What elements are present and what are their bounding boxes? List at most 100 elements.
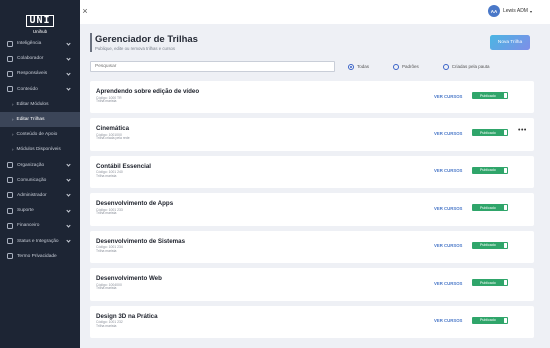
trilha-title: Desenvolvimento de Sistemas bbox=[96, 237, 186, 245]
chevron-down-icon bbox=[66, 162, 71, 167]
chevron-down-icon: ▾ bbox=[529, 8, 532, 14]
sidebar-item-financeiro[interactable]: Financeiro bbox=[0, 218, 80, 233]
radio-button-icon bbox=[442, 63, 449, 70]
sidebar-item-editar-modulos[interactable]: › Editar Módulos bbox=[0, 97, 80, 112]
trilha-title: Design 3D na Prática bbox=[96, 312, 158, 320]
arrow-right-icon: › bbox=[12, 132, 14, 138]
filter-radio-1[interactable]: Padrões bbox=[393, 63, 419, 70]
sidebar-item-termo-privacidade[interactable]: Termo Privacidade bbox=[0, 249, 80, 264]
sidebar-item-label: Suporte bbox=[17, 208, 34, 214]
trilha-card: Aprendendo sobre edição de vídeo Código: … bbox=[90, 81, 534, 114]
sidebar-item-label: Comunicação bbox=[17, 177, 47, 183]
topbar: × AA Lewis ADM ▾ bbox=[80, 0, 550, 24]
radio-label: Todas bbox=[357, 64, 370, 69]
finance-icon bbox=[7, 222, 13, 229]
search-input[interactable] bbox=[90, 61, 335, 72]
trilha-title: Desenvolvimento de Apps bbox=[96, 200, 174, 208]
publish-toggle[interactable]: Publicado bbox=[472, 129, 508, 137]
arrow-right-icon: › bbox=[12, 117, 14, 123]
sidebar: UNI Unihub Inteligência Colaborador Respon… bbox=[0, 0, 80, 348]
chevron-down-icon bbox=[66, 86, 71, 91]
chevron-down-icon bbox=[66, 40, 71, 46]
document-icon bbox=[7, 253, 13, 260]
sidebar-item-editar-trilhas[interactable]: › Editar Trilhas bbox=[0, 111, 80, 128]
sidebar-item-modulos-disponiveis[interactable]: › Módulos Disponíveis bbox=[0, 142, 80, 157]
publish-toggle[interactable]: Publicado bbox=[472, 241, 508, 249]
sidebar-item-administrador[interactable]: Administrador bbox=[0, 188, 80, 203]
sidebar-item-colaborador[interactable]: Colaborador bbox=[0, 51, 80, 66]
trilha-title: Contábil Essencial bbox=[96, 162, 152, 170]
arrow-right-icon: › bbox=[12, 101, 14, 107]
user-menu[interactable]: AA Lewis ADM ▾ bbox=[487, 5, 532, 17]
view-courses-link[interactable]: VER CURSOS bbox=[434, 281, 462, 286]
toggle-knob bbox=[503, 280, 507, 286]
chat-icon bbox=[7, 177, 13, 184]
sidebar-item-label: Termo Privacidade bbox=[17, 253, 57, 259]
view-courses-link[interactable]: VER CURSOS bbox=[434, 318, 462, 323]
close-icon[interactable]: × bbox=[80, 6, 90, 16]
trilha-card: Desenvolvimento de Sistemas Código: 1001 … bbox=[90, 230, 534, 264]
logo[interactable]: UNI Unihub bbox=[22, 10, 58, 34]
new-trilha-button[interactable]: Nova Trilha bbox=[490, 35, 530, 50]
trilha-title: Cinemática bbox=[96, 125, 130, 133]
sidebar-item-inteligencia[interactable]: Inteligência bbox=[0, 36, 80, 51]
view-courses-link[interactable]: VER CURSOS bbox=[434, 243, 462, 248]
sidebar-item-label: Colaborador bbox=[17, 56, 44, 62]
publish-status-label: Publicado bbox=[480, 280, 496, 285]
trilha-type: Trilha marista bbox=[96, 323, 117, 328]
arrow-right-icon: › bbox=[12, 147, 14, 153]
sidebar-item-label: Conteúdo de Apoio bbox=[16, 132, 58, 138]
trilha-card: Design 3D na Prática Código: 1001 232 Tril… bbox=[90, 305, 534, 339]
page-title: Gerenciador de Trilhas bbox=[95, 34, 198, 45]
support-icon bbox=[7, 207, 13, 214]
sidebar-item-organizacao[interactable]: Organização bbox=[0, 158, 80, 173]
sidebar-item-label: Status e Integração bbox=[17, 238, 59, 244]
org-icon bbox=[7, 162, 13, 169]
publish-toggle[interactable]: Publicado bbox=[472, 166, 508, 174]
book-icon bbox=[7, 86, 13, 93]
sidebar-item-label: Inteligência bbox=[17, 41, 42, 47]
filter-radio-group: Todas Padrões Criadas pela pauta bbox=[348, 62, 514, 71]
sidebar-item-label: Módulos Disponíveis bbox=[16, 147, 61, 153]
publish-toggle[interactable]: Publicado bbox=[472, 204, 508, 212]
chevron-down-icon bbox=[66, 71, 71, 76]
trilha-type: Trilha marista bbox=[96, 173, 117, 178]
sidebar-item-conteudo-de-apoio[interactable]: › Conteúdo de Apoio bbox=[0, 127, 80, 142]
page-header: Gerenciador de Trilhas Publique, edite o… bbox=[90, 33, 530, 59]
sidebar-item-suporte[interactable]: Suporte bbox=[0, 203, 80, 218]
sidebar-item-conteudo[interactable]: Conteúdo bbox=[0, 82, 80, 97]
filter-radio-0[interactable]: Todas bbox=[348, 63, 370, 70]
chevron-down-icon bbox=[66, 223, 71, 228]
filter-radio-2[interactable]: Criadas pela pauta bbox=[442, 63, 490, 70]
publish-status-label: Publicado bbox=[480, 168, 496, 173]
publish-toggle[interactable]: Publicado bbox=[472, 316, 508, 324]
radio-button-icon bbox=[348, 63, 354, 70]
sidebar-item-responsaveis[interactable]: Responsáveis bbox=[0, 66, 80, 81]
more-options-icon[interactable]: ••• bbox=[518, 127, 527, 134]
sidebar-item-label: Organização bbox=[17, 162, 45, 168]
brain-icon bbox=[7, 40, 13, 47]
trilha-card: Desenvolvimento de Apps Código: 1001 233 T… bbox=[90, 193, 534, 226]
users-icon bbox=[7, 70, 13, 77]
publish-toggle[interactable]: Publicado bbox=[472, 279, 508, 287]
avatar: AA bbox=[487, 5, 500, 17]
trilha-title: Desenvolvimento Web bbox=[96, 275, 162, 283]
view-courses-link[interactable]: VER CURSOS bbox=[434, 206, 462, 211]
toggle-knob bbox=[503, 130, 507, 136]
view-courses-link[interactable]: VER CURSOS bbox=[434, 168, 462, 173]
sidebar-nav: Inteligência Colaborador Responsáveis Conte… bbox=[0, 36, 80, 264]
sidebar-item-comunicacao[interactable]: Comunicação bbox=[0, 173, 80, 188]
sidebar-item-label: Editar Módulos bbox=[16, 101, 49, 107]
sidebar-item-status-e-integracao[interactable]: Status e Integração bbox=[0, 233, 80, 248]
view-courses-link[interactable]: VER CURSOS bbox=[434, 131, 462, 136]
sidebar-item-label: Financeiro bbox=[17, 223, 40, 229]
admin-icon bbox=[7, 192, 13, 199]
toggle-knob bbox=[503, 317, 507, 323]
chevron-down-icon bbox=[66, 192, 71, 197]
trilha-type: Trilha marista bbox=[96, 211, 117, 216]
publish-toggle[interactable]: Publicado bbox=[472, 92, 508, 99]
publish-status-label: Publicado bbox=[480, 205, 496, 210]
view-courses-link[interactable]: VER CURSOS bbox=[434, 94, 462, 99]
trilha-type: Trilha criada pela rede bbox=[96, 136, 130, 141]
sidebar-item-label: Responsáveis bbox=[17, 71, 48, 77]
